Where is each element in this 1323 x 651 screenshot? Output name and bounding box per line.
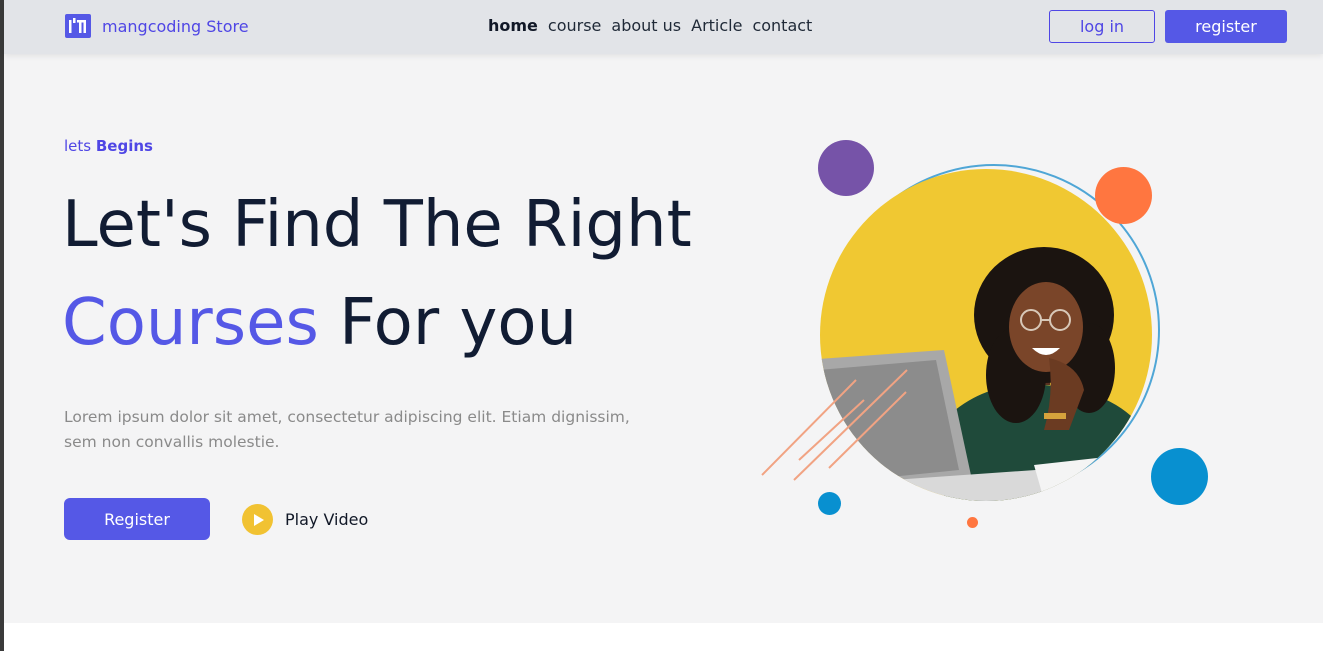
play-video-button[interactable]: Play Video <box>242 504 368 535</box>
hero-description: Lorem ipsum dolor sit amet, consectetur … <box>64 408 630 451</box>
purple-decor-dot <box>818 140 874 196</box>
play-video-label: Play Video <box>285 510 369 529</box>
headline-line-1: Let's Find The Right <box>62 188 692 262</box>
play-icon <box>242 504 273 535</box>
register-cta-button[interactable]: Register <box>64 498 210 540</box>
page: mangcoding Store home course about us Ar… <box>4 0 1323 651</box>
nav-menu: home course about us Article contact <box>488 16 812 35</box>
small-orange-decor-dot <box>967 517 978 528</box>
orange-decor-dot <box>1095 167 1152 224</box>
brand-name: mangcoding Store <box>102 16 249 36</box>
hero-illustration <box>744 130 1224 540</box>
brand-logo-icon <box>65 14 91 38</box>
nav-link-course[interactable]: course <box>548 16 601 35</box>
login-button[interactable]: log in <box>1049 10 1155 43</box>
brand[interactable]: mangcoding Store <box>65 14 249 38</box>
blue-decor-dot <box>1151 448 1208 505</box>
nav-link-contact[interactable]: contact <box>752 16 812 35</box>
hero-eyebrow: lets Begins <box>64 137 153 155</box>
nav-link-about-us[interactable]: about us <box>611 16 681 35</box>
nav-link-article[interactable]: Article <box>691 16 742 35</box>
register-button-header[interactable]: register <box>1165 10 1287 43</box>
small-blue-decor-dot <box>818 492 841 515</box>
hero-headline: Let's Find The Right Courses For you <box>62 176 692 372</box>
eyebrow-prefix: lets <box>64 137 92 155</box>
navbar: mangcoding Store home course about us Ar… <box>4 0 1323 54</box>
eyebrow-emphasis: Begins <box>95 137 153 155</box>
headline-accent: Courses <box>62 286 319 360</box>
nav-link-home[interactable]: home <box>488 16 538 35</box>
headline-rest: For you <box>339 286 578 360</box>
